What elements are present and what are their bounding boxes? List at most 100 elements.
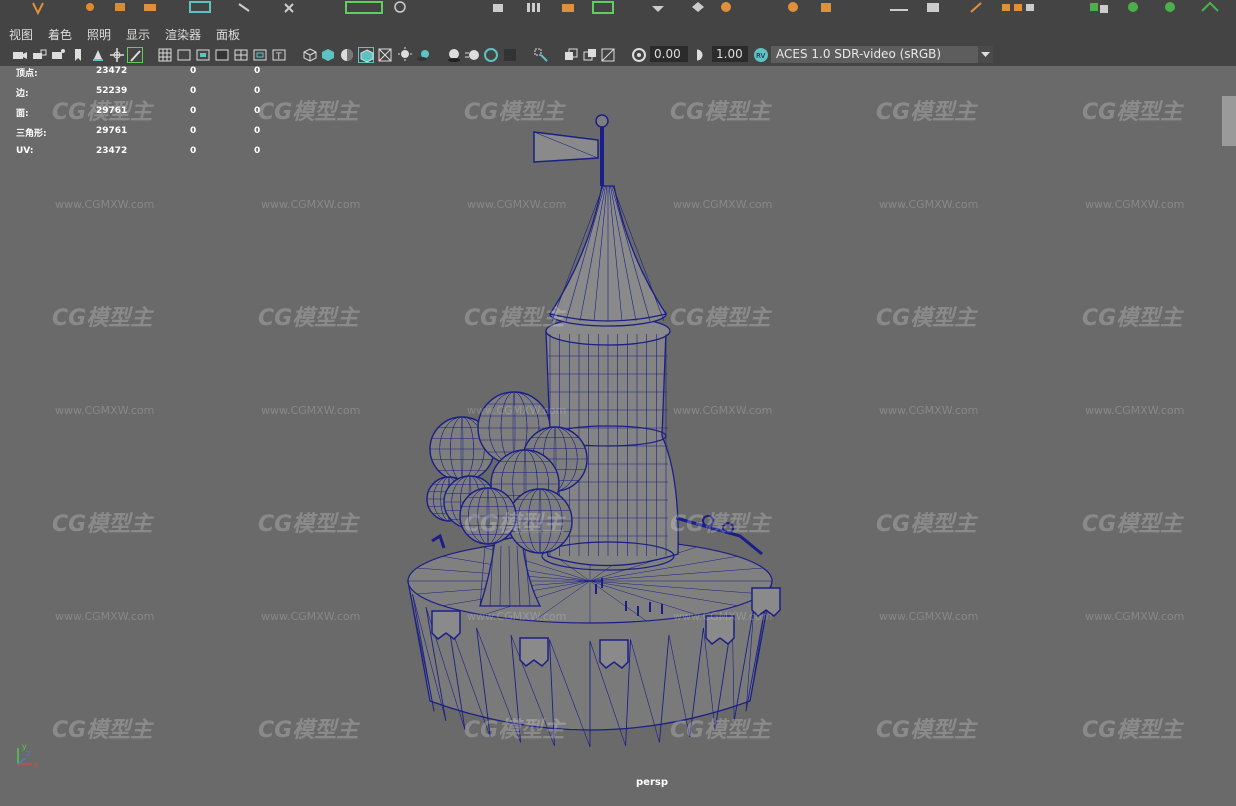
gate-mask-icon[interactable] [214, 47, 230, 63]
hud-value: 29761 [96, 106, 128, 116]
exposure-field[interactable]: 0.00 [650, 46, 688, 62]
shelf-tool-icon[interactable] [142, 0, 158, 14]
menu-show[interactable]: 显示 [126, 26, 150, 43]
shelf-strip [0, 0, 1236, 23]
shelf-tool-icon[interactable] [1000, 0, 1034, 14]
field-chart-icon[interactable] [233, 47, 249, 63]
shelf-tool-icon[interactable] [1125, 0, 1141, 14]
hud-label: 顶点: [16, 69, 38, 79]
menu-panels[interactable]: 面板 [216, 26, 240, 43]
camera-lock-icon[interactable] [31, 47, 47, 63]
svg-text:RV: RV [756, 52, 765, 60]
hud-row: UV: 23472 0 0 [16, 146, 276, 160]
panel-menu-bar: 视图 着色 照明 显示 渲染器 面板 [0, 22, 1236, 44]
hud-value: 0 [190, 146, 197, 156]
shelf-tool-icon[interactable] [1088, 0, 1108, 14]
viewport-persp[interactable]: CG模型主 www.CGMXW.com CG模型主 www.CGMXW.com CG模型… [0, 66, 1236, 806]
shelf-tool-icon[interactable] [718, 0, 734, 14]
shelf-tool-icon[interactable] [650, 0, 666, 14]
menu-renderer[interactable]: 渲染器 [165, 26, 201, 43]
safe-title-icon[interactable]: T [271, 47, 287, 63]
bookmark-icon[interactable] [70, 47, 86, 63]
lights-icon[interactable] [397, 47, 413, 63]
pencil-icon[interactable] [127, 47, 143, 63]
menu-lighting[interactable]: 照明 [87, 26, 111, 43]
backface-icon[interactable] [600, 47, 616, 63]
hud-row: 三角形: 29761 0 0 [16, 126, 276, 140]
hud-value: 23472 [96, 146, 128, 156]
axis-x-label: x [34, 760, 39, 769]
shadows-icon[interactable] [416, 47, 432, 63]
depth-of-field-icon[interactable] [502, 47, 518, 63]
shelf-tool-icon[interactable] [236, 0, 252, 14]
gamma-icon[interactable] [693, 47, 709, 63]
scene-wireframe [407, 114, 781, 748]
gamma-field[interactable]: 1.00 [712, 46, 748, 62]
colorspace-dropdown[interactable]: ACES 1.0 SDR-video (sRGB) [771, 46, 993, 63]
xray-icon[interactable] [377, 47, 393, 63]
shelf-tool-icon[interactable] [785, 0, 801, 14]
antialias-icon[interactable] [483, 47, 499, 63]
shelf-tool-icon[interactable] [282, 0, 298, 14]
ambient-occlusion-icon[interactable] [446, 47, 462, 63]
hud-value: 0 [254, 146, 261, 156]
shelf-tool-icon[interactable] [818, 0, 834, 14]
menu-view[interactable]: 视图 [9, 26, 33, 43]
camera-icon[interactable] [12, 47, 28, 63]
hud-value: 29761 [96, 126, 128, 136]
xray-active-icon[interactable] [582, 47, 598, 63]
shelf-tool-icon[interactable] [560, 0, 576, 14]
shelf-tool-icon[interactable] [188, 0, 211, 14]
safe-action-icon[interactable] [252, 47, 268, 63]
shelf-tool-icon[interactable] [345, 0, 383, 14]
shelf-tool-icon[interactable] [925, 0, 941, 14]
hud-value: 0 [190, 126, 197, 136]
hud-label: 面: [16, 109, 29, 119]
shelf-tool-icon[interactable] [1162, 0, 1178, 14]
wireframe-on-shaded-icon[interactable] [358, 47, 374, 63]
menu-shading[interactable]: 着色 [48, 26, 72, 43]
colorspace-icon[interactable]: RV [753, 47, 769, 63]
panel-toolbar: T 0.00 1.00 RV ACES 1.0 SDR-video (sRGB) [0, 44, 1236, 66]
shelf-tool-icon[interactable] [392, 0, 408, 14]
camera-attr-icon[interactable] [50, 47, 66, 63]
xray-joints-icon[interactable] [563, 47, 579, 63]
resolution-gate-icon[interactable] [195, 47, 211, 63]
smooth-shade-icon[interactable] [320, 47, 336, 63]
shelf-tool-icon[interactable] [30, 0, 46, 16]
hud-value: 0 [254, 106, 261, 116]
hud-label: 三角形: [16, 129, 47, 139]
grid-icon[interactable] [157, 47, 173, 63]
shelf-tool-icon[interactable] [82, 0, 98, 14]
shelf-tool-icon[interactable] [525, 0, 541, 14]
shelf-tool-icon[interactable] [490, 0, 506, 14]
hud-value: 0 [190, 66, 197, 76]
film-gate-icon[interactable] [176, 47, 192, 63]
axis-gizmo: y x z [8, 742, 48, 776]
isolate-select-icon[interactable] [533, 47, 549, 63]
viewcube[interactable] [1222, 96, 1236, 146]
exposure-icon[interactable] [631, 47, 647, 63]
shelf-tool-icon[interactable] [690, 0, 706, 14]
pan-icon[interactable] [109, 47, 125, 63]
hud-row: 边: 52239 0 0 [16, 86, 276, 100]
hud-value: 0 [254, 66, 261, 76]
axis-z-label: z [26, 749, 30, 758]
flag-ball [595, 114, 609, 128]
hud-row: 顶点: 23472 0 0 [16, 66, 276, 80]
shelf-tool-icon[interactable] [1200, 0, 1219, 14]
hud-row: 面: 29761 0 0 [16, 106, 276, 120]
default-material-icon[interactable] [339, 47, 355, 63]
hud-value: 0 [254, 126, 261, 136]
shelf-tool-icon[interactable] [968, 0, 984, 14]
shelf-tool-icon[interactable] [112, 0, 128, 14]
flag [533, 131, 599, 163]
wireframe-icon[interactable] [302, 47, 318, 63]
branch [431, 533, 446, 549]
chevron-down-icon[interactable] [978, 46, 993, 63]
pin-icon[interactable] [90, 47, 106, 63]
shelf-tool-icon[interactable] [592, 0, 614, 14]
hud-value: 52239 [96, 86, 128, 96]
motion-blur-icon[interactable] [464, 47, 480, 63]
shelf-tool-icon[interactable] [888, 0, 908, 14]
